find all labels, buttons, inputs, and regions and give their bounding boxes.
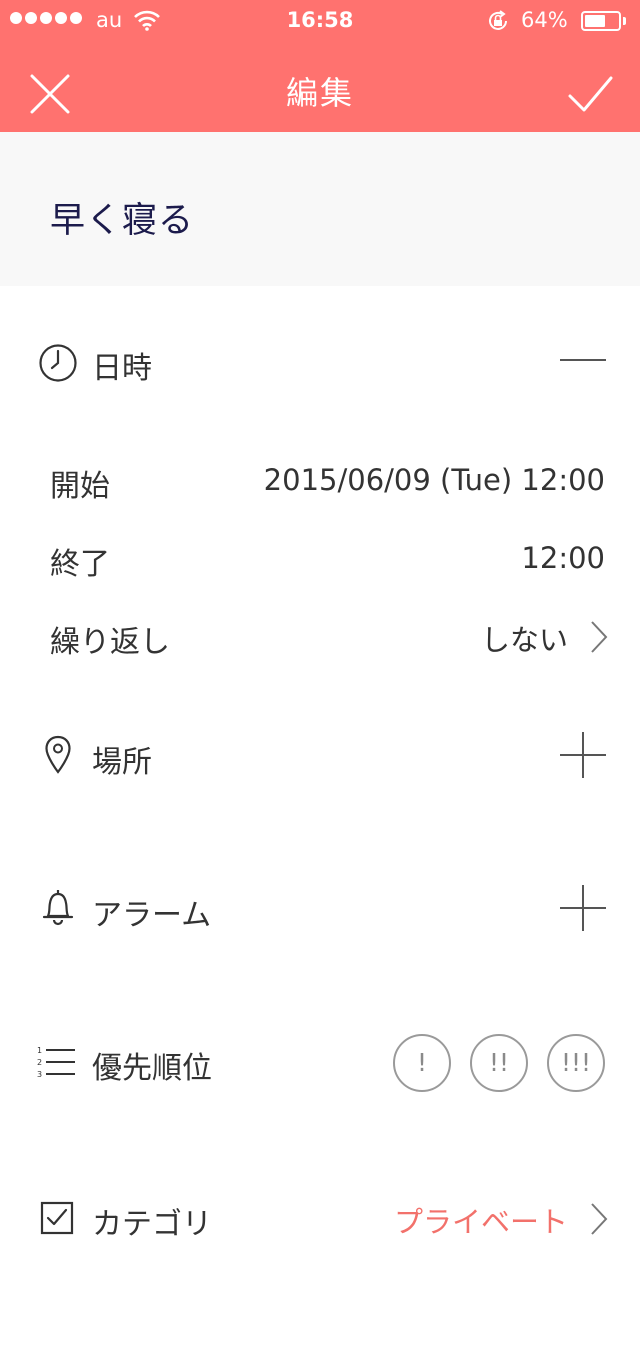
svg-text:2: 2 xyxy=(37,1058,42,1067)
battery-tip xyxy=(623,17,626,25)
datetime-label: 日時 xyxy=(92,351,152,386)
clock-icon xyxy=(39,344,77,382)
category-value: プライベート xyxy=(393,1205,568,1239)
bell-icon xyxy=(42,890,74,926)
collapse-datetime-button[interactable] xyxy=(560,350,606,370)
category-row-button[interactable]: プライベート xyxy=(370,1194,610,1242)
svg-text:1: 1 xyxy=(37,1046,42,1055)
chevron-right-icon xyxy=(591,1203,608,1235)
task-title-area[interactable]: 早く寝る xyxy=(0,132,640,286)
start-value[interactable]: 2015/06/09 (Tue) 12:00 xyxy=(264,463,605,497)
checkmark-icon[interactable] xyxy=(566,70,614,118)
repeat-label: 繰り返し xyxy=(50,625,170,660)
repeat-value: しない xyxy=(480,623,568,657)
checkbox-icon xyxy=(40,1201,74,1235)
start-label: 開始 xyxy=(50,469,110,504)
add-location-icon[interactable] xyxy=(560,732,606,778)
numbered-list-icon: 1 2 3 xyxy=(37,1046,75,1079)
svg-text:3: 3 xyxy=(37,1070,42,1079)
battery-level xyxy=(585,15,605,27)
location-label: 場所 xyxy=(92,745,152,780)
add-alarm-icon[interactable] xyxy=(560,885,606,931)
alarm-label: アラーム xyxy=(92,898,212,933)
rotation-lock-icon xyxy=(489,10,507,30)
nav-title: 編集 xyxy=(285,74,354,112)
battery-percent: 64% xyxy=(521,8,568,32)
priority-label: 優先順位 xyxy=(92,1051,212,1086)
repeat-row-button[interactable]: しない xyxy=(440,612,610,660)
chevron-right-icon xyxy=(591,621,608,653)
status-bar: au 16:58 64% xyxy=(0,0,640,40)
priority-high-button[interactable]: !!! xyxy=(547,1034,605,1092)
task-title[interactable]: 早く寝る xyxy=(50,192,194,243)
minus-icon xyxy=(560,359,606,361)
category-label: カテゴリ xyxy=(92,1207,212,1242)
end-value[interactable]: 12:00 xyxy=(521,541,605,575)
priority-medium-button[interactable]: !! xyxy=(470,1034,528,1092)
end-label: 終了 xyxy=(50,547,110,582)
header-bar: au 16:58 64% 編集 xyxy=(0,0,640,132)
battery-icon xyxy=(581,11,621,31)
map-pin-icon xyxy=(45,735,71,774)
priority-low-button[interactable]: ! xyxy=(393,1034,451,1092)
